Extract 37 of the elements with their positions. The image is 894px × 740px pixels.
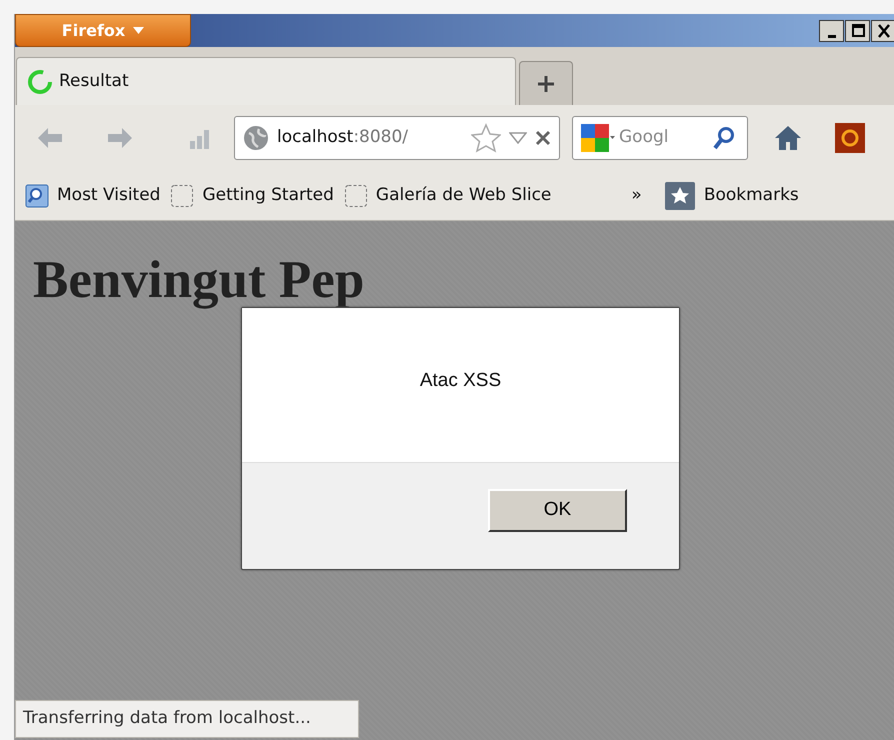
signal-icon [190,130,209,149]
minimize-icon [828,34,836,38]
back-icon [38,128,62,148]
alert-message: Atac XSS [420,368,502,393]
plus-icon [536,74,556,93]
url-text: localhost:8080/ [277,126,408,150]
dropdown-icon [509,132,527,144]
close-icon [877,24,890,38]
address-bar[interactable]: localhost:8080/ [234,116,560,160]
bookmarks-menu-button[interactable]: Bookmarks [664,180,799,210]
bookmark-item[interactable]: Galería de Web Slice [344,182,552,208]
maximize-icon [852,24,864,36]
star-icon[interactable] [471,123,501,153]
blank-page-icon [344,184,368,208]
loading-spinner-icon [27,68,53,94]
close-button[interactable] [871,20,894,42]
status-bar: Transferring data from localhost... [15,700,359,738]
addon-icon [835,123,865,153]
new-tab-button[interactable] [519,61,573,105]
globe-icon [243,125,269,151]
caret-icon [133,27,144,34]
bookmark-item[interactable]: Getting Started [170,182,334,208]
search-box[interactable]: Googl [572,116,748,160]
stop-icon[interactable] [535,130,551,146]
minimize-button[interactable] [819,20,844,42]
page-heading: Benvingut Pep [33,250,364,311]
search-engine-icon [579,122,615,154]
forward-icon [108,128,132,148]
browser-tab[interactable]: Resultat [16,57,516,105]
home-icon [775,126,801,150]
bookmark-item[interactable]: Most Visited [25,182,160,208]
search-icon [713,126,735,150]
maximize-button[interactable] [845,20,870,42]
blank-page-icon [170,184,194,208]
chevron-button[interactable]: » [631,182,642,208]
smart-folder-icon [25,184,49,208]
ok-button[interactable]: OK [488,488,627,532]
